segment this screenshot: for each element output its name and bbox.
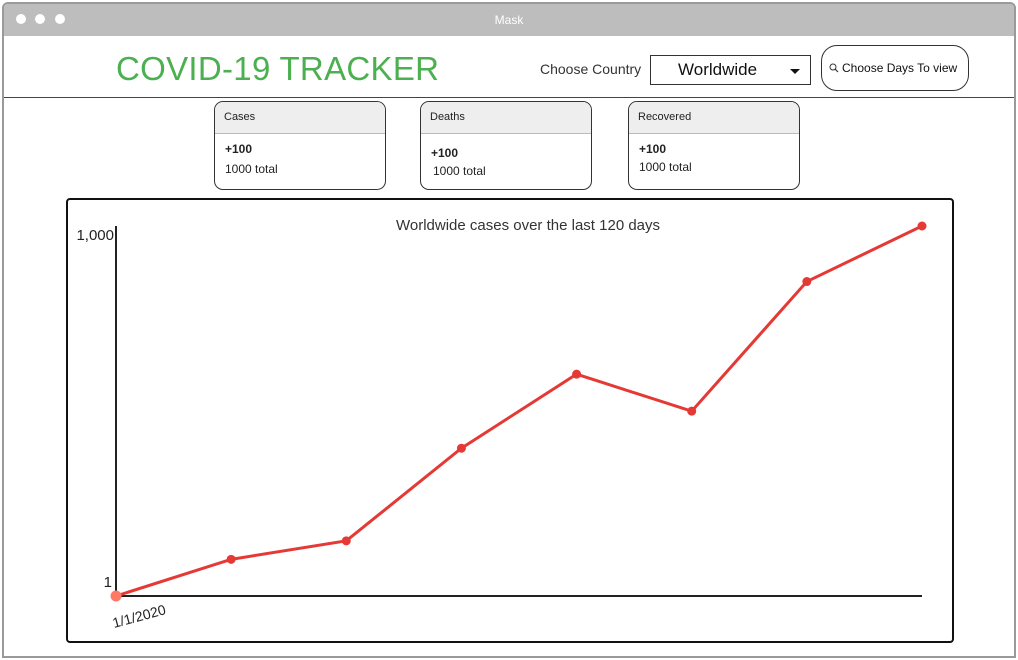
country-select[interactable]: Worldwide (650, 55, 811, 85)
window-title: Mask (494, 13, 524, 27)
card-title: Deaths (421, 102, 591, 134)
card-title: Cases (215, 102, 385, 134)
data-point[interactable] (802, 277, 812, 287)
y-tick-label: 1 (104, 574, 112, 591)
app-title: COVID-19 TRACKER (116, 50, 440, 87)
data-point[interactable] (110, 590, 122, 602)
country-selected-value: Worldwide (678, 60, 758, 79)
card-delta: +100 (225, 142, 253, 156)
series-line (115, 224, 923, 598)
x-tick-label: 1/1/2020 (111, 601, 168, 631)
app-header: COVID-19 TRACKER Choose Country Worldwid… (4, 36, 1014, 98)
data-point[interactable] (687, 406, 697, 416)
card-total: 1000 total (225, 162, 278, 176)
data-point[interactable] (456, 443, 466, 453)
data-point[interactable] (341, 536, 351, 546)
card-total: 1000 total (433, 164, 486, 178)
deaths-card[interactable]: Deaths +100 1000 total (420, 101, 592, 190)
choose-days-button[interactable]: Choose Days To view (821, 45, 969, 91)
y-tick-label: 1,000 (76, 227, 114, 244)
search-icon (829, 62, 839, 76)
cases-card[interactable]: Cases +100 1000 total (214, 101, 386, 190)
chart-title: Worldwide cases over the last 120 days (396, 217, 660, 234)
data-point[interactable] (572, 369, 582, 379)
series-cases (110, 221, 927, 602)
choose-days-label: Choose Days To view (842, 61, 958, 75)
card-title: Recovered (629, 102, 799, 134)
card-delta: +100 (431, 146, 459, 160)
country-label: Choose Country (540, 61, 642, 77)
cases-line-chart: Worldwide cases over the last 120 days 1… (76, 217, 927, 631)
title-bar: Mask (4, 4, 1014, 36)
data-point[interactable] (917, 221, 927, 231)
chevron-down-icon (790, 69, 800, 74)
card-total: 1000 total (639, 160, 692, 174)
recovered-card[interactable]: Recovered +100 1000 total (628, 101, 800, 190)
data-point[interactable] (226, 554, 236, 564)
card-delta: +100 (639, 142, 667, 156)
chart-panel: Worldwide cases over the last 120 days 1… (66, 198, 954, 643)
